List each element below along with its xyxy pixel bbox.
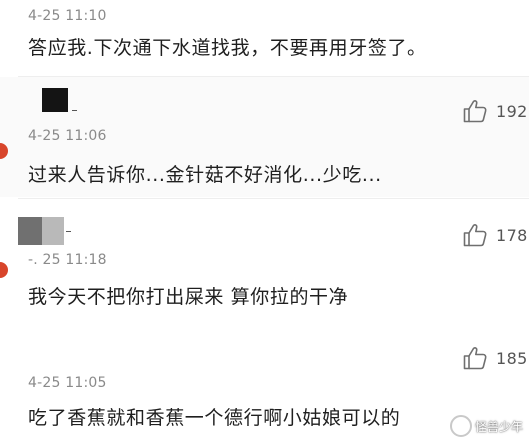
thumbs-up-icon [463, 347, 487, 370]
like-button[interactable]: 178 [462, 221, 528, 249]
avatar[interactable] [42, 88, 68, 112]
comment-timestamp: -. 25 11:18 [28, 252, 107, 268]
watermark: 怪兽少年 [449, 415, 523, 437]
thumbs-up-icon [463, 100, 487, 123]
comment-timestamp: 4-25 11:05 [28, 375, 107, 391]
avatar-tail-mark [66, 231, 71, 232]
edge-dot-marker [0, 262, 8, 278]
avatar-shade [18, 217, 42, 245]
comment-text: 过来人告诉你...金针菇不好消化...少吃... [28, 164, 382, 186]
like-button[interactable]: 185 [462, 344, 528, 372]
like-count: 185 [496, 348, 528, 368]
comment-text: 答应我.下次通下水道找我，不要再用牙签了。 [28, 37, 427, 59]
comment-feed: 4-25 11:10 答应我.下次通下水道找我，不要再用牙签了。 192 4-2… [0, 0, 529, 443]
comment-timestamp: 4-25 11:10 [28, 8, 107, 24]
comment-text: 吃了香蕉就和香蕉一个德行啊小姑娘可以的 [28, 407, 401, 429]
comment-text: 我今天不把你打出屎来 算你拉的干净 [28, 286, 349, 308]
comment-timestamp: 4-25 11:06 [28, 128, 107, 144]
like-count: 178 [496, 225, 528, 245]
thumbs-up-icon [463, 224, 487, 247]
avatar-tail-mark [72, 110, 77, 111]
wechat-logo-icon [449, 415, 472, 437]
like-count: 192 [496, 101, 528, 121]
comment-divider [18, 198, 529, 199]
like-button[interactable]: 192 [462, 97, 528, 125]
watermark-text: 怪兽少年 [474, 419, 523, 434]
